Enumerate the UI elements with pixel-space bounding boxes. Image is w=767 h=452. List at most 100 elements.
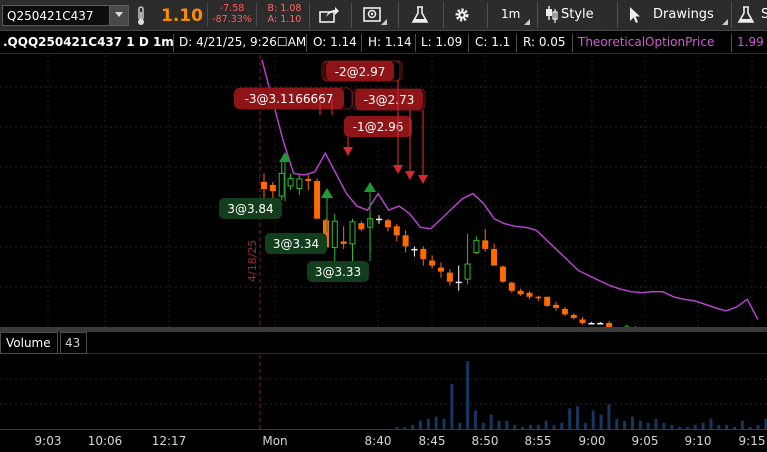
- candle-body: [597, 322, 604, 325]
- volume-chart[interactable]: [0, 355, 767, 429]
- settings-button[interactable]: [452, 4, 476, 27]
- open-value: O: 1.14: [313, 35, 357, 49]
- trade-label-text: 3@3.84: [227, 202, 273, 216]
- candle-body: [261, 181, 267, 189]
- trade-label[interactable]: 3@3.34: [265, 233, 327, 254]
- volume-bar: [426, 418, 430, 429]
- candle-body: [438, 267, 444, 272]
- candle-body: [579, 319, 586, 323]
- studies-flask-button[interactable]: [410, 4, 434, 27]
- time-tick: 9:10: [684, 434, 712, 448]
- info-divider: [173, 34, 174, 52]
- drawings-label: Drawings: [653, 7, 714, 22]
- candle-body: [331, 220, 338, 248]
- style-icon: [546, 6, 558, 23]
- low-value: L: 1.09: [421, 35, 463, 49]
- buy-arrow-icon: [279, 152, 291, 162]
- high-value: H: 1.14: [368, 35, 412, 49]
- studies-button[interactable]: S: [735, 4, 767, 27]
- dropdown-caret-icon: [381, 19, 387, 25]
- time-tick: 9:00: [578, 434, 606, 448]
- time-tick: 12:17: [151, 434, 187, 448]
- time-tick: 8:55: [524, 434, 552, 448]
- volume-grid: [0, 378, 767, 405]
- candle-body: [393, 226, 400, 236]
- toolbar-divider: [487, 3, 488, 28]
- symbol-input[interactable]: Q250421C437: [7, 9, 94, 23]
- trade-label-text: -2@2.97: [335, 65, 386, 79]
- candle-body: [446, 272, 453, 282]
- candle-body: [535, 296, 542, 299]
- sell-arrow-icon: [418, 175, 428, 184]
- candles: [261, 161, 637, 327]
- volume-bar: [599, 414, 603, 429]
- volume-bar: [497, 420, 501, 429]
- info-divider: [516, 34, 517, 52]
- trade-label[interactable]: -2@2.97: [321, 60, 403, 82]
- volume-value: 43: [60, 332, 87, 354]
- chevron-down-icon: [115, 12, 123, 17]
- chart-info-bar: .QQQ250421C437 1 D 1m D: 4/21/25, 9:26☐A…: [0, 32, 767, 54]
- style-button[interactable]: Style: [541, 4, 611, 27]
- candle-body: [420, 248, 427, 259]
- candle-body: [473, 239, 480, 253]
- time-tick: 8:40: [364, 434, 392, 448]
- date-marker: 4/18/25: [246, 240, 259, 282]
- volume-bar: [576, 406, 579, 429]
- candle-body: [278, 172, 285, 197]
- drawings-button[interactable]: Drawings: [626, 4, 729, 27]
- candle-body: [499, 266, 506, 282]
- timeframe-button[interactable]: 1m: [497, 4, 531, 27]
- candle-body: [517, 290, 524, 295]
- candle-body: [508, 282, 515, 291]
- gear-icon: [455, 8, 469, 22]
- volume-bar: [544, 420, 548, 429]
- toolbar-divider: [351, 3, 352, 28]
- volume-bar: [630, 416, 634, 429]
- toolbar-divider: [443, 3, 444, 28]
- candle-body: [349, 221, 356, 245]
- snapshot-button[interactable]: [362, 4, 388, 27]
- share-button[interactable]: [318, 4, 342, 27]
- volume-bar: [615, 418, 619, 429]
- candle-body: [376, 218, 383, 221]
- trade-label[interactable]: 3@3.84: [219, 198, 282, 219]
- volume-bar: [591, 410, 595, 429]
- toolbar-divider: [617, 3, 618, 28]
- candle-body: [561, 308, 568, 315]
- chart-toolbar: Q250421C437 1.10 -7.58 -87.33% B: 1.08 A…: [0, 0, 767, 31]
- bar-date: D: 4/21/25, 9:26☐AM: [179, 35, 307, 49]
- flask-icon: [411, 6, 429, 23]
- buy-arrow-icon: [364, 182, 376, 192]
- info-divider: [361, 34, 362, 52]
- thermometer-icon[interactable]: [135, 6, 147, 26]
- price-chart[interactable]: 4/18/25 -2@2.97 -3@3.1166667 -3@2.73 -1@…: [0, 55, 767, 327]
- style-label: Style: [561, 7, 594, 22]
- symbol-dropdown-button[interactable]: [109, 6, 128, 25]
- toolbar-divider: [309, 3, 310, 28]
- candle-body: [402, 235, 409, 247]
- candle-body: [526, 292, 533, 297]
- symbol-selector[interactable]: Q250421C437: [2, 5, 129, 26]
- volume-bar: [709, 418, 713, 429]
- time-axis[interactable]: 9:03 10:06 12:17 Mon 8:40 8:45 8:50 8:55…: [0, 429, 767, 452]
- trade-label[interactable]: -3@3.1166667: [234, 87, 353, 110]
- trade-label[interactable]: 3@3.33: [307, 261, 369, 282]
- time-tick: 8:50: [471, 434, 499, 448]
- percent-change: -87.33%: [212, 14, 252, 25]
- range-value: R: 0.05: [523, 35, 566, 49]
- volume-bar: [623, 420, 627, 429]
- trade-label[interactable]: -3@2.73: [352, 88, 426, 111]
- volume-bar: [450, 383, 454, 429]
- buy-arrow-icon: [321, 188, 333, 198]
- change-display: -7.58 -87.33%: [207, 3, 257, 27]
- trade-label[interactable]: -1@2.96: [344, 116, 412, 137]
- volume-bar: [740, 420, 744, 429]
- candle-body: [491, 248, 498, 266]
- dropdown-caret-icon: [524, 19, 530, 25]
- candle-body: [314, 180, 321, 219]
- info-divider: [306, 34, 307, 52]
- time-tick: 8:45: [418, 434, 446, 448]
- volume-bar: [654, 418, 658, 429]
- candle-body: [287, 177, 294, 187]
